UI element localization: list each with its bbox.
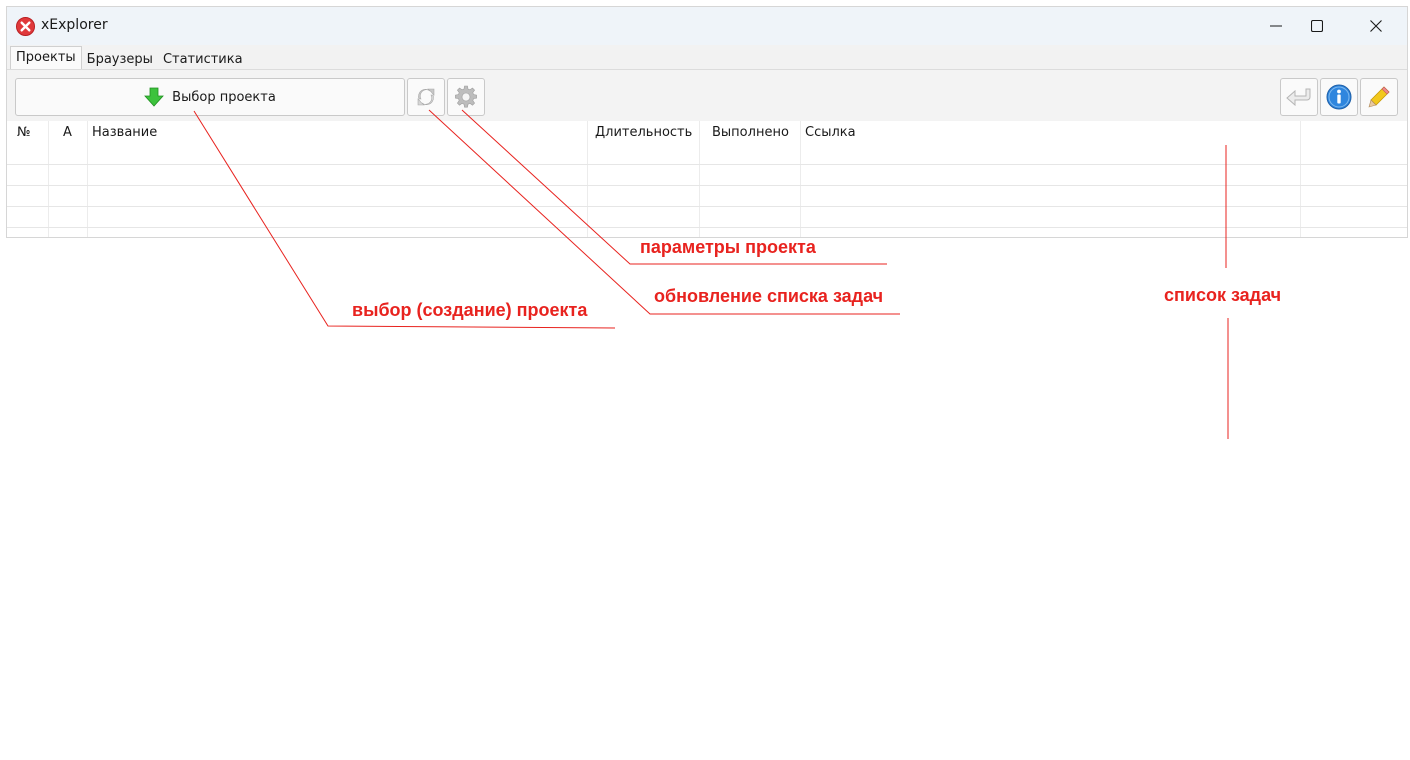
annotation-line-refresh [428, 109, 900, 315]
annotation-select-project: выбор (создание) проекта [352, 300, 588, 320]
annotation-line-select-project [193, 110, 616, 329]
annotation-task-list: список задач [1164, 285, 1282, 305]
annotation-lines [193, 109, 1229, 439]
annotation-refresh-tasks: обновление списка задач [654, 286, 884, 306]
annotation-project-params: параметры проекта [640, 237, 816, 257]
